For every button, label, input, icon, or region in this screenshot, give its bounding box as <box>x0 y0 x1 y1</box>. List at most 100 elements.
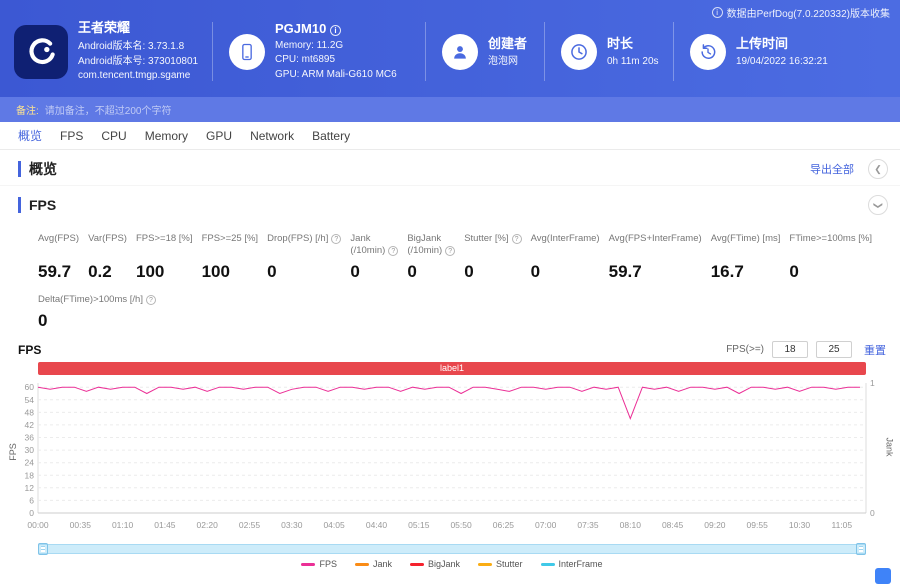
legend-item-stutter[interactable]: Stutter <box>478 559 523 569</box>
fps-title: FPS <box>18 197 56 213</box>
fps-threshold-input-2[interactable] <box>816 341 852 358</box>
svg-text:02:20: 02:20 <box>197 520 219 530</box>
scrollbar-left-handle[interactable] <box>38 543 48 555</box>
svg-text:1: 1 <box>870 378 875 388</box>
history-clock-icon <box>690 33 726 70</box>
fps-metrics-row2: Delta(FTime)>100ms [/h]? 0 <box>0 282 900 331</box>
tab-bar: 概览 FPS CPU Memory GPU Network Battery <box>0 122 900 150</box>
app-summary: 王者荣耀 Android版本名: 3.73.1.8 Android版本号: 37… <box>0 19 212 83</box>
help-icon[interactable]: ? <box>331 234 342 244</box>
chart-zoom-scrollbar[interactable] <box>38 543 866 555</box>
tab-概览[interactable]: 概览 <box>18 127 42 144</box>
tab-Network[interactable]: Network <box>250 129 294 143</box>
metric-value: 59.7 <box>38 262 72 281</box>
fps-metric: Drop(FPS) [/h]? 0 <box>267 233 342 282</box>
overview-title: 概览 <box>18 161 57 177</box>
svg-text:30: 30 <box>25 445 35 455</box>
report-header: i 数据由PerfDog(7.0.220332)版本收集 王者荣耀 Androi… <box>0 0 900 97</box>
svg-text:18: 18 <box>25 470 35 480</box>
help-icon[interactable]: ? <box>511 234 522 244</box>
tab-Battery[interactable]: Battery <box>312 129 350 143</box>
help-icon[interactable]: ? <box>145 295 156 305</box>
legend-item-jank[interactable]: Jank <box>354 559 392 569</box>
svg-text:60: 60 <box>25 382 35 392</box>
chevron-left-icon: ❮ <box>874 163 882 174</box>
device-model: PGJM10 i <box>275 21 397 36</box>
fps-metric: Avg(FPS) 59.7 <box>38 233 79 282</box>
floating-button[interactable] <box>875 568 891 584</box>
svg-text:08:45: 08:45 <box>662 520 684 530</box>
metric-value: 100 <box>136 262 165 281</box>
metric-label: Avg(FTime) [ms] <box>710 233 781 244</box>
fps-threshold-input-1[interactable] <box>772 341 808 358</box>
fps-collapse-button[interactable]: ❯ <box>868 195 888 215</box>
fps-metric: FPS>=25 [%] 100 <box>202 233 259 282</box>
upload-time-value: 19/04/2022 16:32:21 <box>736 56 828 68</box>
chart-legend: FPS Jank BigJank Stutter InterFrame <box>20 559 884 569</box>
notes-bar[interactable]: 备注: 请加备注，不超过200个字符 <box>0 97 900 122</box>
fps-chart-title: FPS <box>18 342 42 357</box>
legend-label: InterFrame <box>558 559 603 569</box>
tab-CPU[interactable]: CPU <box>101 129 126 143</box>
svg-text:0: 0 <box>870 508 875 518</box>
fps-metrics-row1: Avg(FPS) 59.7 Var(FPS) 0.2 FPS>=18 [%] 100 FPS… <box>0 221 900 282</box>
svg-text:6: 6 <box>29 495 34 505</box>
duration-label: 时长 <box>607 36 634 52</box>
fps-metric: Avg(InterFrame) 0 <box>531 233 600 282</box>
app-name: 王者荣耀 <box>78 20 131 36</box>
help-icon[interactable]: ? <box>388 246 399 256</box>
metric-label: FPS>=25 [%] <box>201 233 259 244</box>
fps-metric: BigJank (/10min)? 0 <box>407 233 456 282</box>
help-icon[interactable]: ? <box>445 246 456 256</box>
fps-metric: Jank (/10min)? 0 <box>350 233 399 282</box>
tab-FPS[interactable]: FPS <box>60 129 83 143</box>
svg-text:48: 48 <box>25 407 35 417</box>
svg-text:02:55: 02:55 <box>239 520 261 530</box>
chart-label-banner: label1 <box>38 362 866 375</box>
metric-label: FPS>=18 [%] <box>136 233 193 244</box>
svg-text:06:25: 06:25 <box>493 520 515 530</box>
scrollbar-right-handle[interactable] <box>856 543 866 555</box>
overview-section-header: 概览 导出全部 ❮ <box>0 150 900 186</box>
fps-metric: Avg(FPS+InterFrame) 59.7 <box>609 233 702 282</box>
reset-link[interactable]: 重置 <box>864 342 886 358</box>
svg-text:09:55: 09:55 <box>747 520 769 530</box>
svg-text:10:30: 10:30 <box>789 520 811 530</box>
svg-text:05:15: 05:15 <box>408 520 430 530</box>
metric-label: FTime>=100ms [%] <box>789 233 872 244</box>
metric-label: Avg(InterFrame) <box>530 233 600 244</box>
legend-marker <box>354 562 369 566</box>
user-icon <box>442 33 478 70</box>
metric-label: Stutter [%]? <box>464 233 522 257</box>
svg-text:12: 12 <box>25 483 35 493</box>
legend-item-fps[interactable]: FPS <box>301 559 337 569</box>
svg-text:01:45: 01:45 <box>154 520 176 530</box>
metric-label: Drop(FPS) [/h]? <box>267 233 342 257</box>
legend-item-interframe[interactable]: InterFrame <box>540 559 603 569</box>
legend-label: BigJank <box>427 559 461 569</box>
metric-label: BigJank (/10min)? <box>407 233 456 257</box>
svg-text:09:20: 09:20 <box>704 520 726 530</box>
fps-chart-header: FPS FPS(>=) 重置 <box>0 331 900 362</box>
duration-value: 0h 11m 20s <box>607 56 659 68</box>
svg-text:0: 0 <box>29 508 34 518</box>
fps-threshold-label: FPS(>=) <box>726 344 764 355</box>
tab-Memory[interactable]: Memory <box>145 129 188 143</box>
export-all-link[interactable]: 导出全部 <box>810 161 854 177</box>
overview-collapse-button[interactable]: ❮ <box>868 159 888 179</box>
svg-text:00:35: 00:35 <box>70 520 92 530</box>
metric-label: Avg(FPS) <box>38 233 80 244</box>
svg-text:54: 54 <box>25 395 35 405</box>
device-info-icon[interactable]: i <box>329 24 341 36</box>
metric-value: 0 <box>530 262 541 281</box>
y-axis-right-label: Jank <box>884 437 895 457</box>
app-version-name: Android版本名: 3.73.1.8 <box>78 41 185 53</box>
legend-label: Stutter <box>496 559 523 569</box>
legend-item-bigjank[interactable]: BigJank <box>409 559 461 569</box>
tab-GPU[interactable]: GPU <box>206 129 232 143</box>
svg-text:03:30: 03:30 <box>281 520 303 530</box>
notes-label: 备注: <box>16 106 39 117</box>
legend-marker <box>409 562 424 566</box>
fps-line-chart: 0 6 12 18 24 30 36 42 48 54 60 0 1 00:00 00:35 01:10 01:… <box>20 377 884 542</box>
svg-text:11:05: 11:05 <box>831 520 852 530</box>
